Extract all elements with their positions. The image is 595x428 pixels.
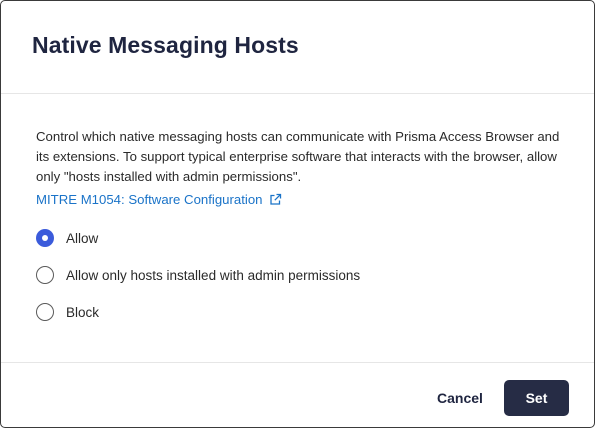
option-allow[interactable]: Allow bbox=[36, 228, 360, 248]
option-allow-label: Allow bbox=[66, 230, 99, 246]
permission-options-radio-group: Allow Allow only hosts installed with ad… bbox=[36, 228, 360, 339]
option-allow-admin-hosts-label: Allow only hosts installed with admin pe… bbox=[66, 267, 361, 283]
dialog-title: Native Messaging Hosts bbox=[32, 32, 299, 58]
option-block[interactable]: Block bbox=[36, 302, 360, 322]
dialog-footer: Cancel Set bbox=[1, 362, 594, 428]
dialog-header: Native Messaging Hosts bbox=[1, 1, 594, 94]
cancel-button[interactable]: Cancel bbox=[424, 380, 496, 416]
option-allow-admin-hosts[interactable]: Allow only hosts installed with admin pe… bbox=[36, 265, 360, 285]
dialog-description: Control which native messaging hosts can… bbox=[36, 129, 560, 184]
option-block-label: Block bbox=[66, 304, 100, 320]
set-button[interactable]: Set bbox=[504, 380, 569, 416]
radio-allow[interactable] bbox=[36, 229, 54, 247]
native-messaging-hosts-dialog: Native Messaging Hosts Control which nat… bbox=[0, 0, 595, 428]
radio-allow-admin-hosts[interactable] bbox=[36, 266, 54, 284]
radio-block[interactable] bbox=[36, 303, 54, 321]
mitre-reference-link-label: MITRE M1054: Software Configuration bbox=[36, 192, 263, 207]
mitre-reference-link[interactable]: MITRE M1054: Software Configuration bbox=[36, 192, 282, 207]
external-link-icon bbox=[269, 193, 281, 205]
